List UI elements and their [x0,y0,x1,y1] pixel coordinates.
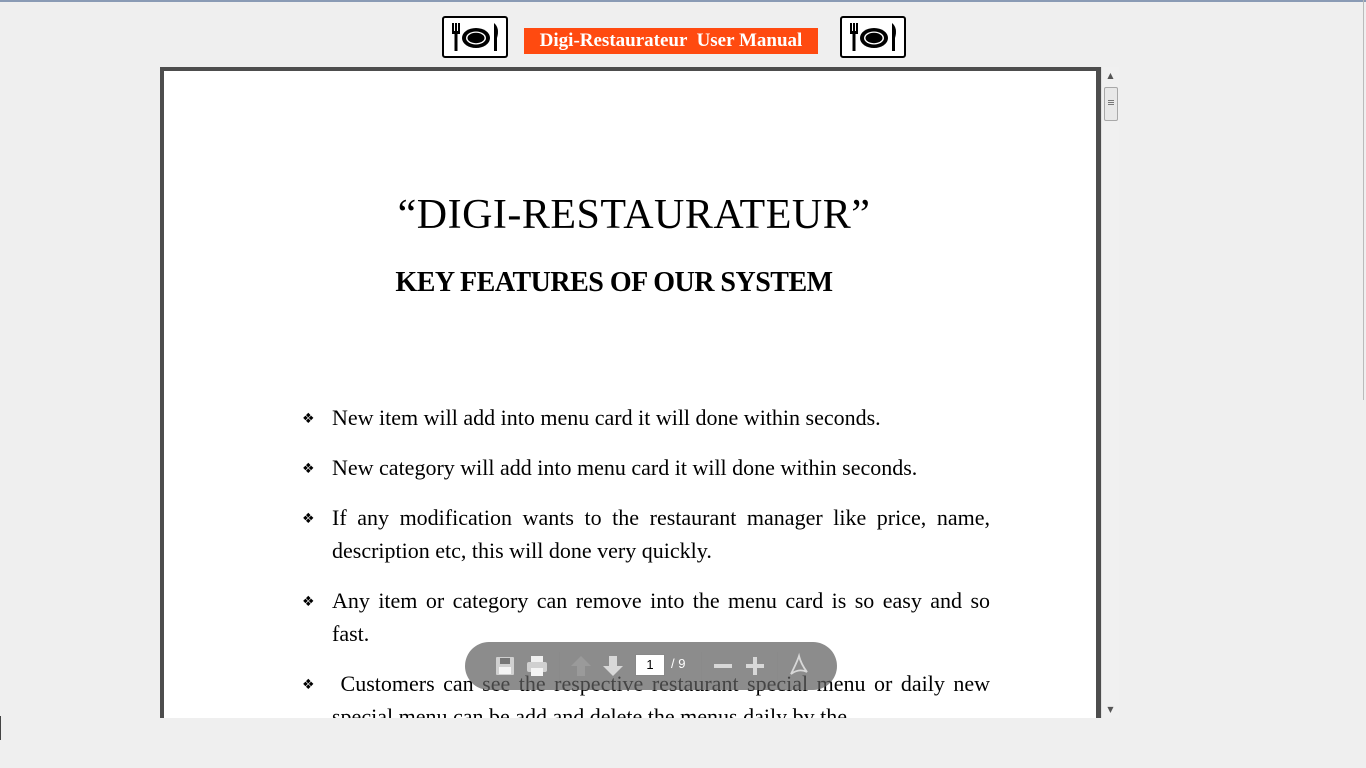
list-item: ❖ New category will add into menu card it… [302,451,990,484]
plate-cutlery-icon [442,16,508,58]
window-left-mark [0,716,1,740]
scrollbar-thumb[interactable] [1104,87,1118,121]
document-subtitle: KEY FEATURES OF OUR SYSTEM [395,267,833,298]
previous-page-icon[interactable] [567,652,595,680]
diamond-bullet-icon: ❖ [302,594,315,610]
acrobat-icon[interactable] [785,652,813,680]
list-item-text: New category will add into menu card it … [332,455,918,480]
vertical-scrollbar[interactable]: ▲ ▼ [1101,67,1119,718]
diamond-bullet-icon: ❖ [302,411,315,427]
pdf-page: “DIGI-RESTAURATEUR” KEY FEATURES OF OUR … [164,71,1096,718]
page-number-input[interactable]: 1 [635,654,665,676]
print-icon[interactable] [523,652,551,680]
zoom-in-icon[interactable] [741,652,769,680]
next-page-icon[interactable] [599,652,627,680]
list-item-text: If any modification wants to the restaur… [332,505,990,563]
list-item: ❖ If any modification wants to the restau… [302,501,990,567]
scroll-down-icon[interactable]: ▼ [1102,701,1119,718]
pdf-viewer[interactable]: “DIGI-RESTAURATEUR” KEY FEATURES OF OUR … [160,67,1101,718]
save-icon[interactable] [491,652,519,680]
diamond-bullet-icon: ❖ [302,461,315,477]
document-title: “DIGI-RESTAURATEUR” [397,192,871,238]
manual-title: Digi-Restaurateur User Manual [524,28,818,54]
diamond-bullet-icon: ❖ [302,677,315,693]
pdf-toolbar: 1 / 9 [465,642,837,690]
list-item-text: New item will add into menu card it will… [332,405,881,430]
manual-header: Digi-Restaurateur User Manual [0,14,1366,64]
list-item: ❖ Any item or category can remove into th… [302,584,990,650]
window-top-border [0,0,1366,2]
page-total: / 9 [671,656,686,671]
plate-cutlery-icon [840,16,906,58]
diamond-bullet-icon: ❖ [302,511,315,527]
scroll-up-icon[interactable]: ▲ [1102,67,1119,84]
list-item-text: Any item or category can remove into the… [332,588,990,646]
list-item: ❖ New item will add into menu card it wil… [302,401,990,434]
zoom-out-icon[interactable] [709,652,737,680]
